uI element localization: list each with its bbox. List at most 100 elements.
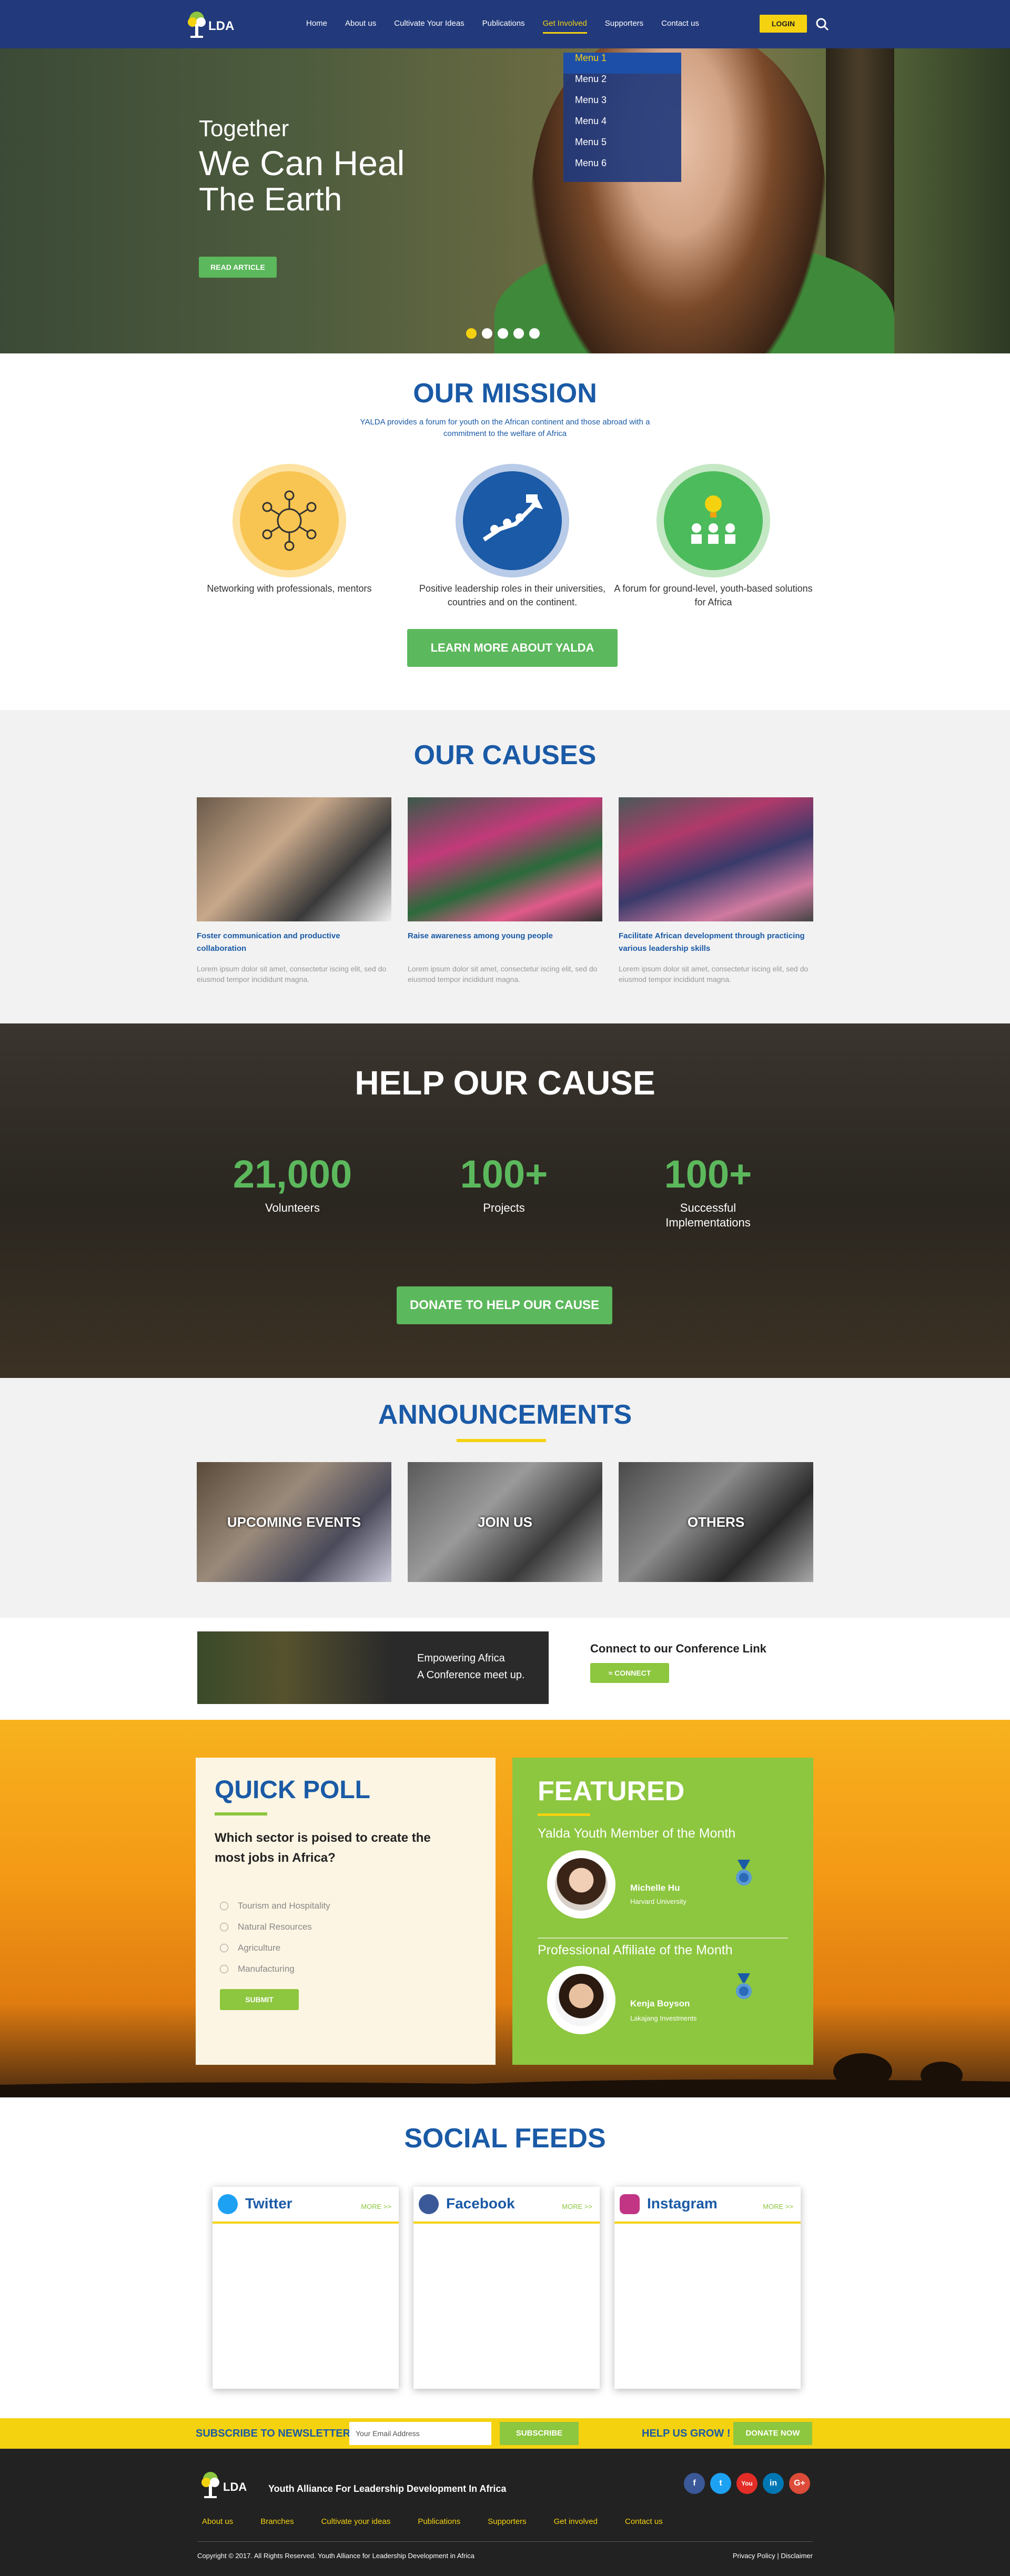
featured-name-2[interactable]: Kenja Boyson	[630, 1999, 690, 2009]
dropdown-item-2[interactable]: Menu 2	[563, 74, 681, 95]
announcements-section: ANNOUNCEMENTS UPCOMING EVENTS JOIN US OT…	[0, 1378, 1010, 1618]
cause-title-3[interactable]: Facilitate African development through p…	[619, 930, 813, 955]
cause-title-1[interactable]: Foster communication and productive coll…	[197, 930, 391, 955]
slider-dot-5[interactable]	[529, 328, 540, 339]
facebook-feed-card: Facebook MORE >>	[413, 2187, 600, 2389]
poll-question: Which sector is poised to create the mos…	[215, 1831, 431, 1865]
site-logo[interactable]: LDA	[185, 7, 243, 41]
dropdown-item-4[interactable]: Menu 4	[563, 116, 681, 137]
social-title: SOCIAL FEEDS	[404, 2123, 606, 2154]
poll-option-1[interactable]: Tourism and Hospitality	[220, 1901, 330, 1911]
slider-dot-3[interactable]	[498, 328, 508, 339]
facebook-icon[interactable]: f	[684, 2473, 705, 2494]
tile-label: OTHERS	[687, 1514, 745, 1530]
hero-line-1: Together	[199, 116, 289, 141]
option-label: Agriculture	[238, 1943, 281, 1953]
youtube-icon[interactable]: You	[736, 2473, 758, 2494]
connect-button[interactable]: ≈ CONNECT	[590, 1663, 669, 1683]
login-button[interactable]: LOGIN	[760, 15, 807, 33]
featured-name-1[interactable]: Michelle Hu	[630, 1883, 680, 1893]
radio-button[interactable]	[220, 1923, 228, 1931]
footer-link-supporters[interactable]: Supporters	[488, 2517, 526, 2526]
announcements-title: ANNOUNCEMENTS	[378, 1399, 632, 1430]
radio-button[interactable]	[220, 1944, 228, 1952]
nav-publications[interactable]: Publications	[482, 19, 525, 34]
causes-section: OUR CAUSES Foster communication and prod…	[0, 710, 1010, 1023]
feed-more-link[interactable]: MORE >>	[361, 2203, 391, 2210]
wifi-icon: ≈	[608, 1669, 615, 1677]
avatar	[547, 1850, 615, 1919]
footer-link-contact[interactable]: Contact us	[625, 2517, 663, 2526]
tile-others[interactable]: OTHERS	[619, 1462, 813, 1582]
title-underline	[457, 1439, 546, 1442]
dropdown-item-1[interactable]: Menu 1	[563, 53, 681, 74]
avatar	[547, 1966, 615, 2034]
get-involved-dropdown: Menu 1 Menu 2 Menu 3 Menu 4 Menu 5 Menu …	[563, 53, 681, 182]
google-plus-icon[interactable]: G+	[789, 2473, 810, 2494]
nav-about[interactable]: About us	[345, 19, 376, 34]
nav-home[interactable]: Home	[306, 19, 327, 34]
featured-section-2: Professional Affiliate of the Month	[538, 1943, 733, 1958]
newsletter-label: SUBSCRIBE TO NEWSLETTER	[196, 2428, 351, 2439]
slider-dot-1[interactable]	[466, 328, 477, 339]
medal-icon	[736, 1860, 752, 1885]
feed-name: Instagram	[647, 2195, 718, 2212]
poll-option-4[interactable]: Manufacturing	[220, 1964, 295, 1974]
stat-value: 21,000	[233, 1152, 352, 1196]
learn-more-button[interactable]: LEARN MORE ABOUT YALDA	[407, 629, 618, 667]
nav-get-involved[interactable]: Get Involved	[542, 19, 587, 34]
poll-title: QUICK POLL	[215, 1776, 370, 1804]
dropdown-item-5[interactable]: Menu 5	[563, 137, 681, 158]
tile-join-us[interactable]: JOIN US	[408, 1462, 602, 1582]
footer-divider	[197, 2541, 813, 2542]
linkedin-icon[interactable]: in	[763, 2473, 784, 2494]
slider-dot-4[interactable]	[513, 328, 524, 339]
cause-image-1[interactable]	[197, 797, 391, 921]
conference-banner[interactable]: Empowering Africa A Conference meet up.	[197, 1631, 549, 1704]
nav-cultivate[interactable]: Cultivate Your Ideas	[394, 19, 464, 34]
dropdown-item-6[interactable]: Menu 6	[563, 158, 681, 179]
twitter-icon[interactable]: t	[710, 2473, 731, 2494]
donate-cause-button[interactable]: DONATE TO HELP OUR CAUSE	[397, 1286, 612, 1324]
cause-desc-1: Lorem ipsum dolor sit amet, consectetur …	[197, 965, 387, 983]
email-input[interactable]: Your Email Address	[349, 2422, 491, 2445]
twitter-icon	[218, 2194, 238, 2214]
footer-link-publications[interactable]: Publications	[418, 2517, 460, 2526]
featured-org-2: Lakajang Investments	[630, 2014, 697, 2022]
footer-logo[interactable]: LDA	[199, 2468, 262, 2504]
conference-section: Empowering Africa A Conference meet up. …	[0, 1618, 1010, 1720]
radio-button[interactable]	[220, 1965, 228, 1973]
tile-upcoming-events[interactable]: UPCOMING EVENTS	[197, 1462, 391, 1582]
radio-button[interactable]	[220, 1902, 228, 1910]
poll-option-3[interactable]: Agriculture	[220, 1943, 280, 1953]
search-icon[interactable]	[815, 17, 829, 31]
poll-option-2[interactable]: Natural Resources	[220, 1922, 312, 1932]
featured-title: FEATURED	[538, 1776, 685, 1807]
tile-label: JOIN US	[477, 1514, 533, 1530]
cause-image-3[interactable]	[619, 797, 813, 921]
footer-links: About us Branches Cultivate your ideas P…	[202, 2517, 690, 2526]
tile-label: UPCOMING EVENTS	[227, 1514, 361, 1530]
subscribe-button[interactable]: SUBSCRIBE	[500, 2422, 579, 2445]
footer-link-cultivate[interactable]: Cultivate your ideas	[321, 2517, 391, 2526]
feed-name: Facebook	[446, 2195, 515, 2212]
nav-supporters[interactable]: Supporters	[605, 19, 643, 34]
cause-image-2[interactable]	[408, 797, 602, 921]
mission-section: OUR MISSION YALDA provides a forum for y…	[0, 353, 1010, 710]
instagram-feed-card: Instagram MORE >>	[614, 2187, 801, 2389]
donate-now-button[interactable]: DONATE NOW	[733, 2422, 812, 2445]
read-article-button[interactable]: READ ARTICLE	[199, 257, 277, 278]
poll-submit-button[interactable]: SUBMIT	[220, 1989, 299, 2010]
footer-link-get-involved[interactable]: Get involved	[554, 2517, 598, 2526]
footer-link-branches[interactable]: Branches	[260, 2517, 294, 2526]
feed-more-link[interactable]: MORE >>	[763, 2203, 793, 2210]
conference-link-title: Connect to our Conference Link	[590, 1642, 766, 1655]
mission-item-2: Positive leadership roles in their unive…	[419, 583, 606, 607]
dropdown-item-3[interactable]: Menu 3	[563, 95, 681, 116]
footer-link-about[interactable]: About us	[202, 2517, 233, 2526]
feed-more-link[interactable]: MORE >>	[562, 2203, 592, 2210]
policy-links[interactable]: Privacy Policy | Disclaimer	[733, 2552, 813, 2560]
nav-contact[interactable]: Contact us	[661, 19, 699, 34]
cause-title-2[interactable]: Raise awareness among young people	[408, 930, 602, 942]
slider-dot-2[interactable]	[482, 328, 492, 339]
